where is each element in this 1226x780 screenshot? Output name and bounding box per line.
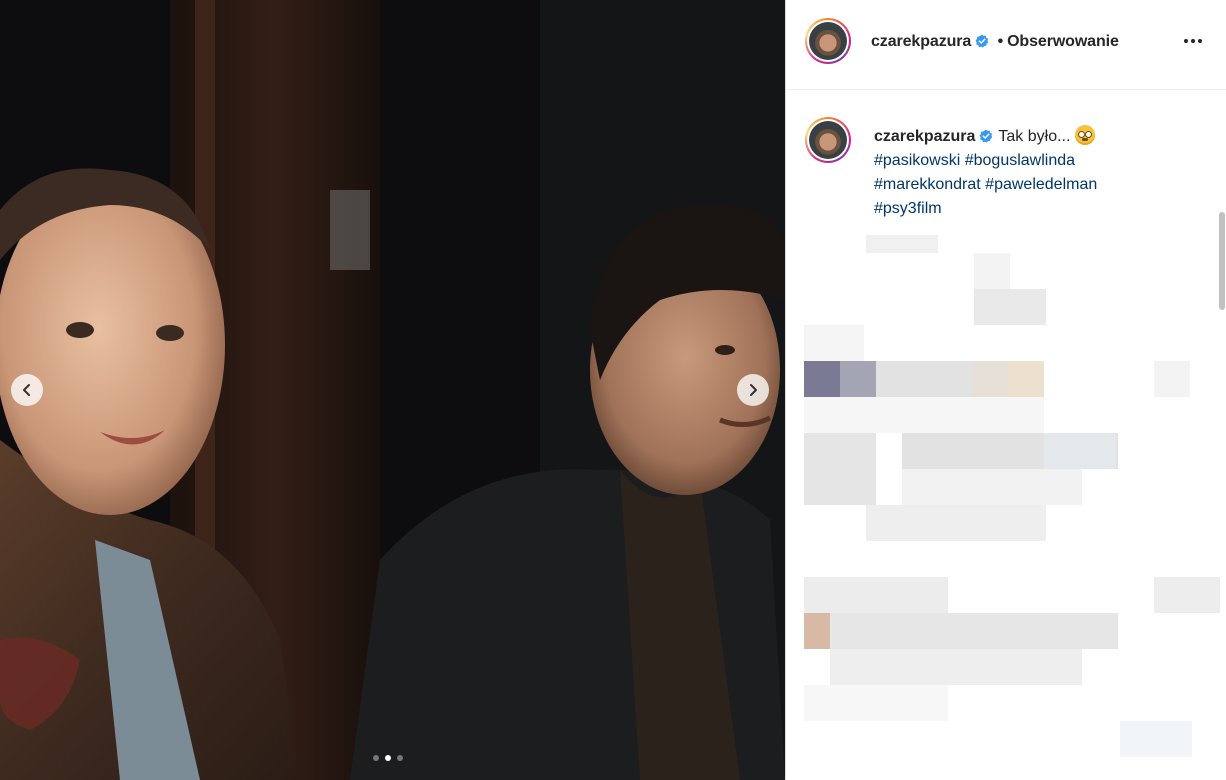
scrollbar-thumb[interactable]: [1219, 212, 1225, 310]
post-header: czarekpazura • Obserwowanie: [786, 0, 1226, 90]
post-media[interactable]: [0, 0, 785, 780]
pagination-dot: [373, 755, 379, 761]
author-avatar[interactable]: [805, 18, 851, 64]
hashtag-link[interactable]: #paweledelman: [985, 176, 1097, 193]
comments-area: czarekpazura Tak było... #pasikowski #bog…: [786, 91, 1226, 780]
author-line: czarekpazura • Obserwowanie: [871, 33, 1119, 51]
author-username[interactable]: czarekpazura: [871, 33, 971, 50]
header-separator: •: [997, 33, 1004, 50]
post-sidebar: czarekpazura • Obserwowanie czarekpazura T…: [785, 0, 1226, 780]
previous-media-button[interactable]: [11, 374, 43, 406]
more-options-icon[interactable]: [1182, 33, 1204, 49]
post-photo: [0, 0, 785, 780]
flushed-face-emoji: [1075, 125, 1096, 145]
chevron-left-icon: [23, 384, 30, 396]
next-media-button[interactable]: [737, 374, 769, 406]
avatar-image: [809, 121, 847, 159]
avatar-image: [809, 22, 847, 60]
pagination-dot-active: [385, 755, 391, 761]
following-button[interactable]: Obserwowanie: [1007, 33, 1119, 50]
chevron-right-icon: [750, 384, 757, 396]
caption-text: Tak było...: [998, 128, 1071, 145]
hashtag-link[interactable]: #psy3film: [874, 200, 942, 217]
post-caption: czarekpazura Tak było... #pasikowski #bog…: [874, 125, 1194, 221]
hashtag-link[interactable]: #marekkondrat: [874, 176, 981, 193]
hashtag-link[interactable]: #pasikowski: [874, 152, 960, 169]
media-pagination-dots: [373, 755, 403, 761]
verified-badge-icon: [975, 34, 989, 48]
pagination-dot: [397, 755, 403, 761]
caption-avatar[interactable]: [805, 117, 851, 163]
verified-badge-icon: [979, 129, 993, 143]
caption-username[interactable]: czarekpazura: [874, 128, 975, 145]
hashtag-link[interactable]: #boguslawlinda: [965, 152, 1075, 169]
